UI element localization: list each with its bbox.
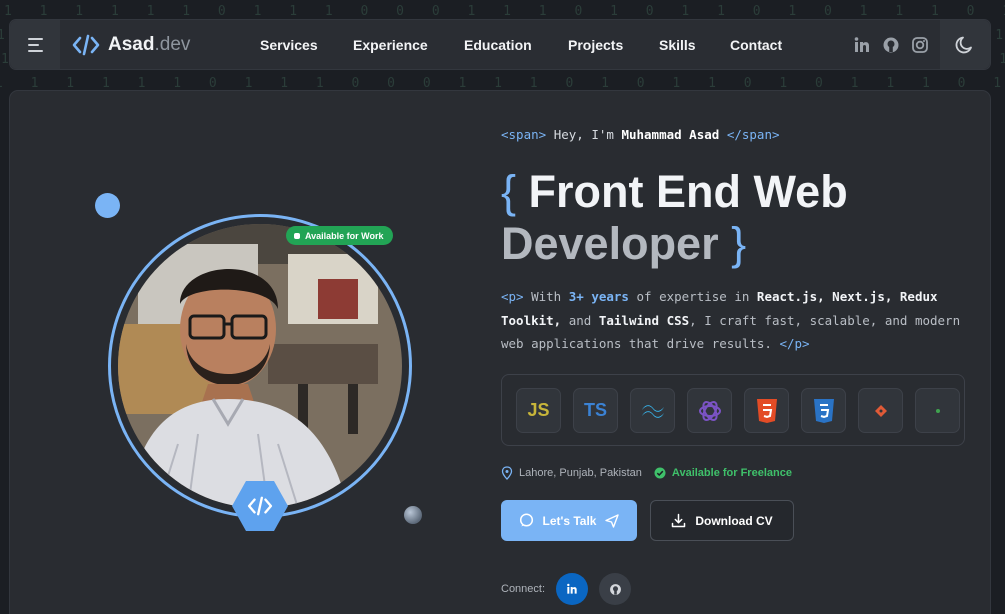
location-pin-icon — [501, 466, 513, 480]
whatsapp-icon — [519, 513, 533, 527]
html5-icon — [744, 388, 789, 433]
hero-description: <p> With 3+ years of expertise in React.… — [501, 289, 961, 351]
available-badge: Available for Work — [286, 226, 393, 245]
connect-github-button[interactable] — [599, 573, 632, 605]
connect-row: Connect: — [501, 573, 632, 605]
nav-projects[interactable]: Projects — [568, 37, 623, 53]
nav-skills[interactable]: Skills — [659, 37, 696, 53]
hero-section: Available for Work <span> Hey, I'm Muham… — [9, 90, 991, 614]
logo[interactable]: Asad .dev — [72, 34, 190, 56]
menu-button[interactable] — [10, 20, 60, 69]
location-text: Lahore, Punjab, Pakistan — [519, 467, 642, 479]
linkedin-icon — [567, 583, 577, 594]
nav-contact[interactable]: Contact — [730, 37, 782, 53]
git-icon — [858, 388, 903, 433]
profile-avatar — [108, 214, 412, 518]
decor-dot — [95, 193, 120, 218]
profile-photo — [118, 224, 402, 508]
moon-icon — [955, 36, 972, 53]
connect-linkedin-button[interactable] — [556, 573, 589, 605]
social-links — [853, 36, 929, 54]
node-icon — [915, 388, 960, 433]
hero-meta: Lahore, Punjab, Pakistan Available for F… — [501, 466, 792, 480]
typescript-icon: TS — [573, 388, 618, 433]
navbar: Asad .dev Services Experience Education P… — [9, 19, 991, 70]
tech-stack: JS TS — [501, 374, 965, 446]
instagram-icon[interactable] — [911, 36, 929, 54]
linkedin-icon[interactable] — [853, 36, 871, 54]
connect-label: Connect: — [501, 583, 546, 595]
download-icon — [672, 513, 686, 528]
decor-dot — [404, 506, 422, 524]
code-icon — [247, 496, 273, 516]
javascript-icon: JS — [516, 388, 561, 433]
lets-talk-button[interactable]: Let's Talk — [501, 500, 637, 541]
download-cv-button[interactable]: Download CV — [650, 500, 794, 541]
freelance-status: Available for Freelance — [671, 467, 792, 479]
tailwind-icon — [630, 388, 675, 433]
headline: { Front End Web Developer } — [501, 166, 848, 269]
github-icon[interactable] — [882, 36, 900, 54]
logo-name: Asad — [108, 33, 155, 55]
check-circle-icon — [654, 467, 666, 479]
nav-services[interactable]: Services — [260, 37, 318, 53]
github-icon — [609, 583, 621, 595]
nav-experience[interactable]: Experience — [353, 37, 428, 53]
nav-education[interactable]: Education — [464, 37, 532, 53]
intro-line: <span> Hey, I'm Muhammad Asad </span> — [501, 127, 780, 142]
redux-icon — [687, 388, 732, 433]
intro-name: Muhammad Asad — [621, 127, 720, 142]
css3-icon — [801, 388, 846, 433]
code-icon — [72, 34, 100, 55]
theme-toggle-button[interactable] — [940, 20, 990, 69]
logo-suffix: .dev — [154, 33, 191, 55]
send-icon — [605, 513, 620, 528]
